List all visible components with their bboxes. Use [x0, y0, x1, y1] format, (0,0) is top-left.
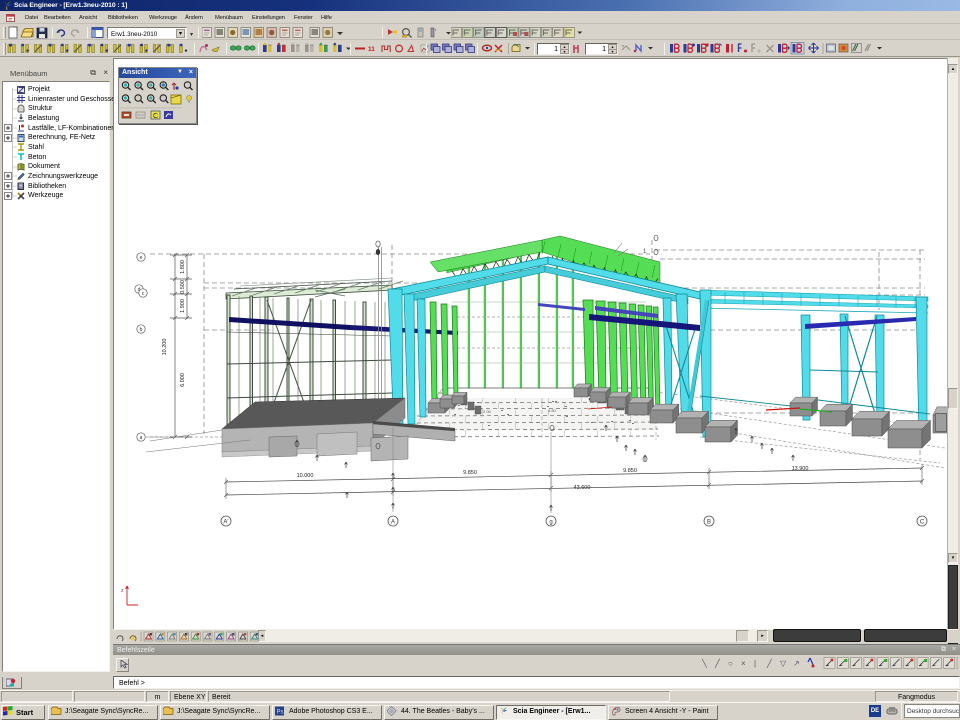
svg-text:13.900: 13.900	[792, 466, 809, 472]
svg-text:○: ○	[728, 659, 733, 668]
svg-text:|: |	[754, 659, 756, 668]
svg-text:b: b	[140, 327, 143, 333]
svg-text:A': A'	[223, 520, 228, 526]
svg-text:9.850: 9.850	[463, 470, 477, 476]
svg-text:9.850: 9.850	[623, 468, 637, 474]
svg-text:×: ×	[741, 659, 746, 668]
svg-text:╱: ╱	[714, 658, 721, 668]
svg-text:2.00: 2.00	[483, 409, 492, 414]
svg-text:10.000: 10.000	[297, 473, 314, 479]
svg-text:↗: ↗	[793, 659, 800, 668]
svg-text:g: g	[549, 520, 552, 526]
svg-text:Ps: Ps	[277, 710, 284, 716]
svg-text:43.600: 43.600	[574, 485, 591, 491]
svg-text:4.50: 4.50	[548, 408, 557, 413]
svg-text:’: ’	[435, 29, 437, 36]
svg-text:0.500: 0.500	[180, 280, 186, 294]
svg-text:6.000: 6.000	[180, 373, 186, 387]
svg-text:C: C	[153, 113, 158, 120]
svg-text:╱: ╱	[766, 658, 773, 668]
svg-text:e: e	[140, 255, 143, 261]
svg-text:A: A	[391, 520, 395, 526]
svg-text:▽: ▽	[780, 659, 787, 668]
svg-text:╲: ╲	[701, 658, 708, 668]
svg-text:11: 11	[368, 46, 375, 53]
svg-text:B: B	[707, 520, 711, 526]
svg-text:10.200: 10.200	[162, 339, 168, 356]
svg-text:1.800: 1.800	[180, 260, 186, 274]
svg-text:1.900: 1.900	[180, 299, 186, 313]
svg-text:C: C	[920, 520, 925, 526]
svg-text:a: a	[140, 435, 143, 441]
svg-text:z: z	[121, 588, 124, 594]
